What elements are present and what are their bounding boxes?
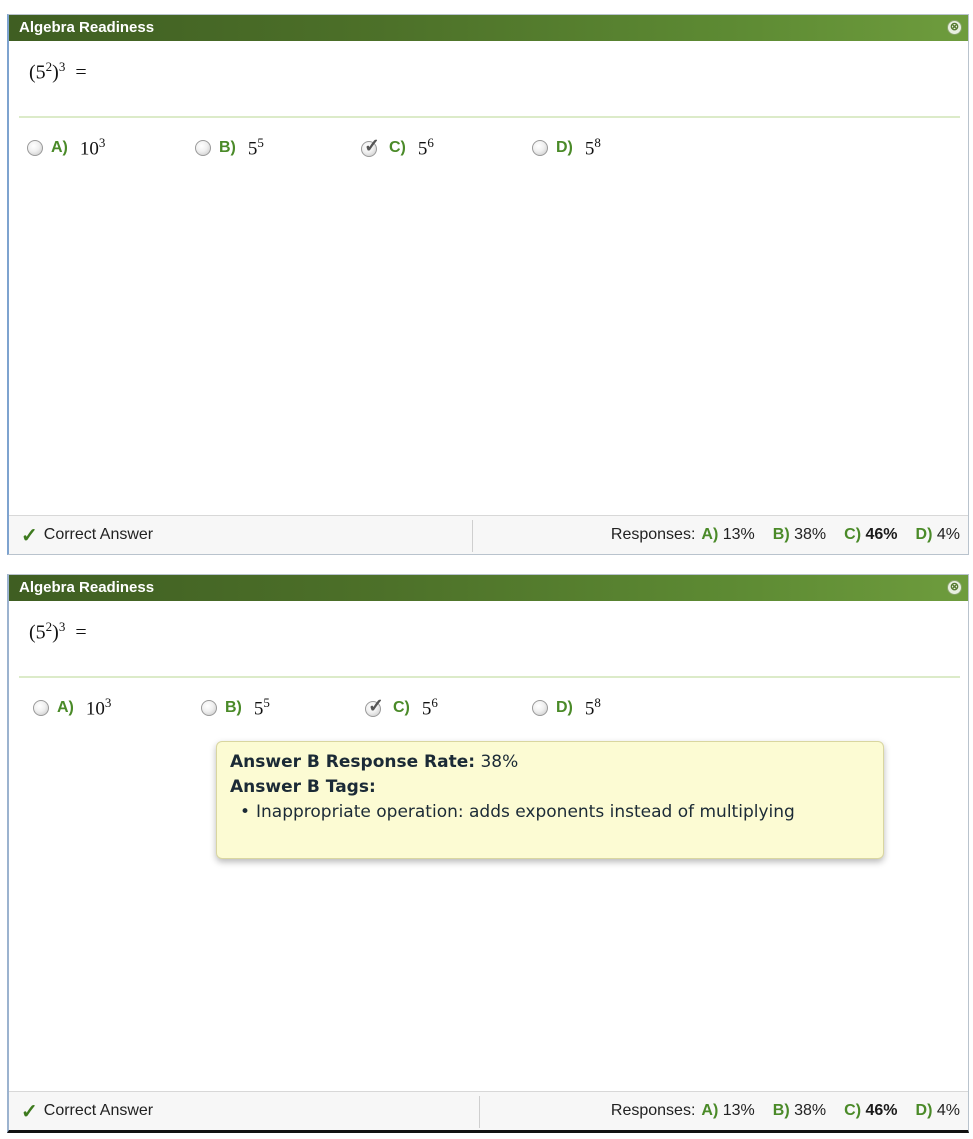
question-panel-1: Algebra Readiness ⊗ (52)3 = A) 103 B) 55… bbox=[7, 14, 969, 555]
option-letter: D) bbox=[556, 139, 573, 156]
option-value: 55 bbox=[247, 135, 264, 160]
panel-title: Algebra Readiness bbox=[19, 579, 155, 596]
radio-button[interactable] bbox=[33, 700, 49, 716]
radio-button[interactable] bbox=[195, 140, 211, 156]
footer-divider bbox=[479, 1096, 480, 1128]
responses-label: Responses: bbox=[610, 1102, 696, 1119]
panel-title: Algebra Readiness bbox=[19, 19, 155, 36]
panel-titlebar: Algebra Readiness ⊗ bbox=[9, 15, 968, 41]
response-rate-value: 38% bbox=[480, 752, 519, 772]
option-a[interactable]: A) 103 bbox=[27, 135, 105, 161]
option-c[interactable]: ✓ C) 56 bbox=[365, 695, 438, 721]
footer-divider bbox=[472, 520, 473, 552]
panel-footer: ✓ Correct Answer Responses: A) 13% B) 38… bbox=[9, 515, 968, 554]
response-d[interactable]: D) 4% bbox=[916, 526, 960, 544]
option-value: 55 bbox=[253, 695, 270, 720]
question-expression: (52)3 = bbox=[29, 619, 87, 644]
checkmark-icon: ✓ bbox=[368, 696, 384, 717]
checkmark-icon: ✓ bbox=[364, 136, 380, 157]
question-panel-2: Algebra Readiness ⊗ (52)3 = A) 103 B) 55… bbox=[7, 574, 969, 1133]
option-letter: B) bbox=[225, 699, 242, 716]
close-icon[interactable]: ⊗ bbox=[947, 20, 962, 35]
correct-radio[interactable]: ✓ bbox=[361, 136, 383, 158]
correct-answer-legend: ✓ Correct Answer bbox=[21, 516, 153, 554]
option-b[interactable]: B) 55 bbox=[195, 135, 264, 161]
responses-label: Responses: bbox=[610, 526, 696, 543]
radio-button[interactable] bbox=[201, 700, 217, 716]
checkmark-icon: ✓ bbox=[21, 524, 38, 547]
divider bbox=[19, 116, 960, 118]
option-letter: A) bbox=[51, 139, 68, 156]
tag-item: Inappropriate operation: adds exponents … bbox=[240, 800, 871, 825]
option-value: 103 bbox=[85, 695, 112, 720]
option-letter: B) bbox=[219, 139, 236, 156]
option-letter: D) bbox=[556, 699, 573, 716]
response-c[interactable]: C) 46% bbox=[844, 526, 897, 544]
option-letter: C) bbox=[393, 699, 410, 716]
divider bbox=[19, 676, 960, 678]
checkmark-icon: ✓ bbox=[21, 1100, 38, 1123]
correct-answer-legend: ✓ Correct Answer bbox=[21, 1092, 153, 1130]
radio-button[interactable] bbox=[27, 140, 43, 156]
option-value: 58 bbox=[584, 695, 601, 720]
radio-button[interactable] bbox=[532, 700, 548, 716]
option-value: 103 bbox=[79, 135, 106, 160]
response-rate-label: Answer B Response Rate: bbox=[230, 752, 476, 772]
response-b[interactable]: B) 38% bbox=[773, 526, 826, 544]
response-c[interactable]: C) 46% bbox=[844, 1102, 897, 1120]
option-b[interactable]: B) 55 bbox=[201, 695, 270, 721]
responses-summary: Responses: A) 13% B) 38% C) 46% D) 4% bbox=[611, 1092, 960, 1130]
option-value: 58 bbox=[584, 135, 601, 160]
tags-list: Inappropriate operation: adds exponents … bbox=[230, 800, 871, 825]
correct-radio[interactable]: ✓ bbox=[365, 696, 387, 718]
option-d[interactable]: D) 58 bbox=[532, 695, 601, 721]
option-d[interactable]: D) 58 bbox=[532, 135, 601, 161]
answer-tooltip: Answer B Response Rate: 38% Answer B Tag… bbox=[216, 741, 884, 859]
response-a[interactable]: A) 13% bbox=[701, 526, 754, 544]
responses-summary: Responses: A) 13% B) 38% C) 46% D) 4% bbox=[611, 516, 960, 554]
option-value: 56 bbox=[417, 135, 434, 160]
correct-answer-label: Correct Answer bbox=[43, 526, 154, 543]
response-a[interactable]: A) 13% bbox=[701, 1102, 754, 1120]
option-letter: A) bbox=[57, 699, 74, 716]
panel-footer: ✓ Correct Answer Responses: A) 13% B) 38… bbox=[9, 1091, 968, 1130]
option-a[interactable]: A) 103 bbox=[33, 695, 111, 721]
close-icon[interactable]: ⊗ bbox=[947, 580, 962, 595]
panel-titlebar: Algebra Readiness ⊗ bbox=[9, 575, 968, 601]
option-value: 56 bbox=[421, 695, 438, 720]
radio-button[interactable] bbox=[532, 140, 548, 156]
response-rate-line: Answer B Response Rate: 38% bbox=[230, 750, 871, 775]
option-c[interactable]: ✓ C) 56 bbox=[361, 135, 434, 161]
question-expression: (52)3 = bbox=[29, 59, 87, 84]
response-b[interactable]: B) 38% bbox=[773, 1102, 826, 1120]
response-d[interactable]: D) 4% bbox=[916, 1102, 960, 1120]
tags-label: Answer B Tags: bbox=[230, 777, 376, 797]
correct-answer-label: Correct Answer bbox=[43, 1102, 154, 1119]
option-letter: C) bbox=[389, 139, 406, 156]
